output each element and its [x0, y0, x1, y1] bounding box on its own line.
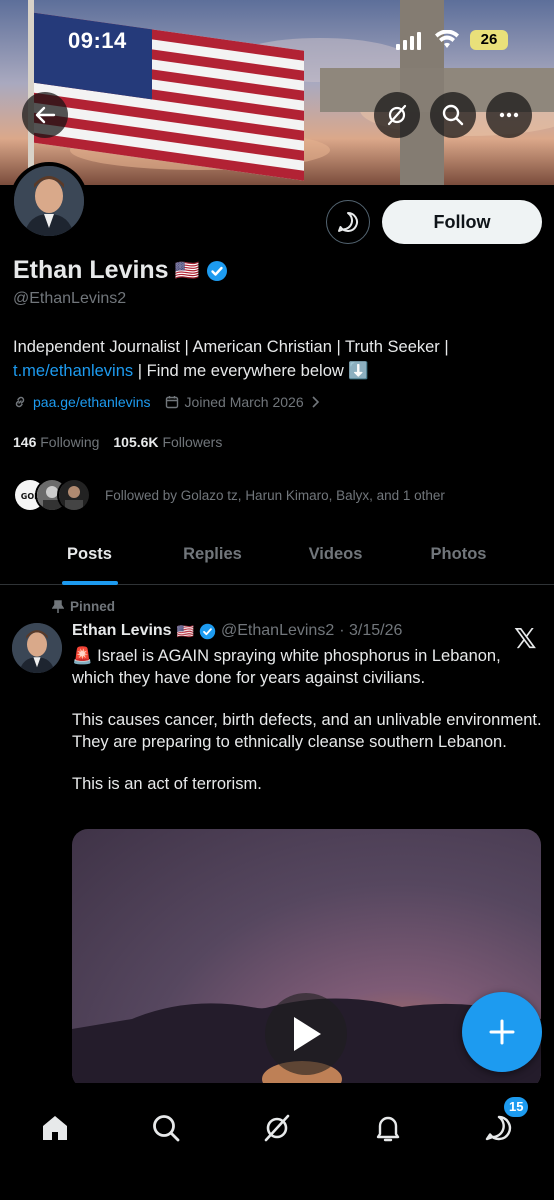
back-button[interactable] — [22, 92, 68, 138]
follower-avatar — [57, 478, 91, 512]
back-arrow-icon — [35, 106, 56, 124]
tweet-author-name[interactable]: Ethan Levins — [72, 622, 172, 640]
home-icon — [43, 1116, 67, 1140]
us-flag-emoji: 🇺🇸 — [176, 622, 195, 639]
message-button[interactable] — [326, 200, 370, 244]
nav-home[interactable] — [30, 1103, 80, 1153]
profile-display-name: Ethan Levins — [13, 256, 169, 284]
search-icon — [153, 1115, 180, 1142]
verified-icon — [199, 623, 216, 639]
pinned-label: Pinned — [70, 599, 116, 614]
tweet-author-avatar[interactable] — [12, 623, 62, 673]
link-icon — [15, 396, 25, 408]
followers-count[interactable]: 105.6K Followers — [113, 434, 222, 450]
profile-bio: Independent Journalist | American Christ… — [13, 335, 543, 383]
follow-counts: 146 Following 105.6K Followers — [13, 434, 222, 450]
grok-icon — [264, 1114, 290, 1142]
status-time: 09:14 — [68, 28, 127, 53]
notifications-icon — [376, 1116, 400, 1142]
profile-name-row: Ethan Levins 🇺🇸 — [13, 256, 228, 285]
messages-badge: 15 — [502, 1095, 531, 1119]
grok-button[interactable] — [374, 92, 420, 138]
tweet-paragraph: 🚨 Israel is AGAIN spraying white phospho… — [72, 647, 501, 687]
tweet-body[interactable]: 🚨 Israel is AGAIN spraying white phospho… — [72, 645, 542, 815]
nav-search[interactable] — [141, 1103, 191, 1153]
us-flag-emoji: 🇺🇸 — [174, 260, 200, 282]
plus-icon — [489, 1019, 515, 1045]
following-count[interactable]: 146 Following — [13, 434, 99, 450]
website-link[interactable]: paa.ge/ethanlevins — [33, 394, 151, 410]
profile-tabs: Posts Replies Videos Photos — [0, 530, 554, 585]
signal-icon — [396, 32, 424, 55]
tab-photos[interactable]: Photos — [397, 530, 520, 584]
profile-banner[interactable]: 09:14 26 — [0, 0, 554, 185]
nav-notifications[interactable] — [363, 1103, 413, 1153]
tweet-header: Ethan Levins 🇺🇸 @EthanLevins2 · 3/15/26 — [72, 622, 402, 640]
bottom-navigation — [0, 1083, 554, 1200]
tab-videos[interactable]: Videos — [274, 530, 397, 584]
verified-icon[interactable] — [206, 260, 228, 282]
pin-icon — [52, 599, 64, 613]
followed-by-text: Followed by Golazo tz, Harun Kimaro, Bal… — [105, 487, 445, 503]
more-button[interactable] — [486, 92, 532, 138]
more-icon — [499, 112, 519, 118]
bio-rest: | Find me everywhere below ⬇️ — [133, 362, 369, 380]
search-button[interactable] — [430, 92, 476, 138]
joined-date[interactable]: Joined March 2026 — [185, 394, 304, 410]
follow-button[interactable]: Follow — [382, 200, 542, 244]
wifi-icon — [434, 29, 460, 55]
tab-replies[interactable]: Replies — [151, 530, 274, 584]
followed-by-row[interactable]: GOL Followed by Golazo tz, Harun Kimaro,… — [13, 478, 445, 512]
message-icon — [338, 212, 358, 232]
calendar-icon — [165, 396, 178, 409]
battery-indicator: 26 — [470, 30, 508, 50]
tweet-date: · 3/15/26 — [339, 622, 403, 639]
tab-posts[interactable]: Posts — [28, 530, 151, 585]
tweet-paragraph: This causes cancer, birth defects, and a… — [72, 711, 542, 751]
play-button[interactable] — [265, 993, 347, 1075]
chevron-right-icon — [312, 396, 319, 408]
tweet-paragraph: This is an act of terrorism. — [72, 775, 262, 793]
nav-grok[interactable] — [252, 1103, 302, 1153]
status-bar: 09:14 26 — [0, 26, 554, 56]
grok-icon — [387, 104, 407, 126]
profile-handle: @EthanLevins2 — [13, 290, 127, 307]
play-icon — [294, 1017, 321, 1051]
search-icon — [442, 104, 464, 126]
bio-link[interactable]: t.me/ethanlevins — [13, 362, 133, 380]
pinned-indicator: Pinned — [52, 599, 115, 614]
profile-meta: paa.ge/ethanlevins Joined March 2026 — [13, 394, 320, 410]
tweet-author-handle[interactable]: @EthanLevins2 — [221, 622, 334, 640]
bio-text: Independent Journalist | American Christ… — [13, 338, 449, 356]
compose-post-button[interactable] — [462, 992, 542, 1072]
profile-avatar[interactable] — [10, 162, 88, 240]
